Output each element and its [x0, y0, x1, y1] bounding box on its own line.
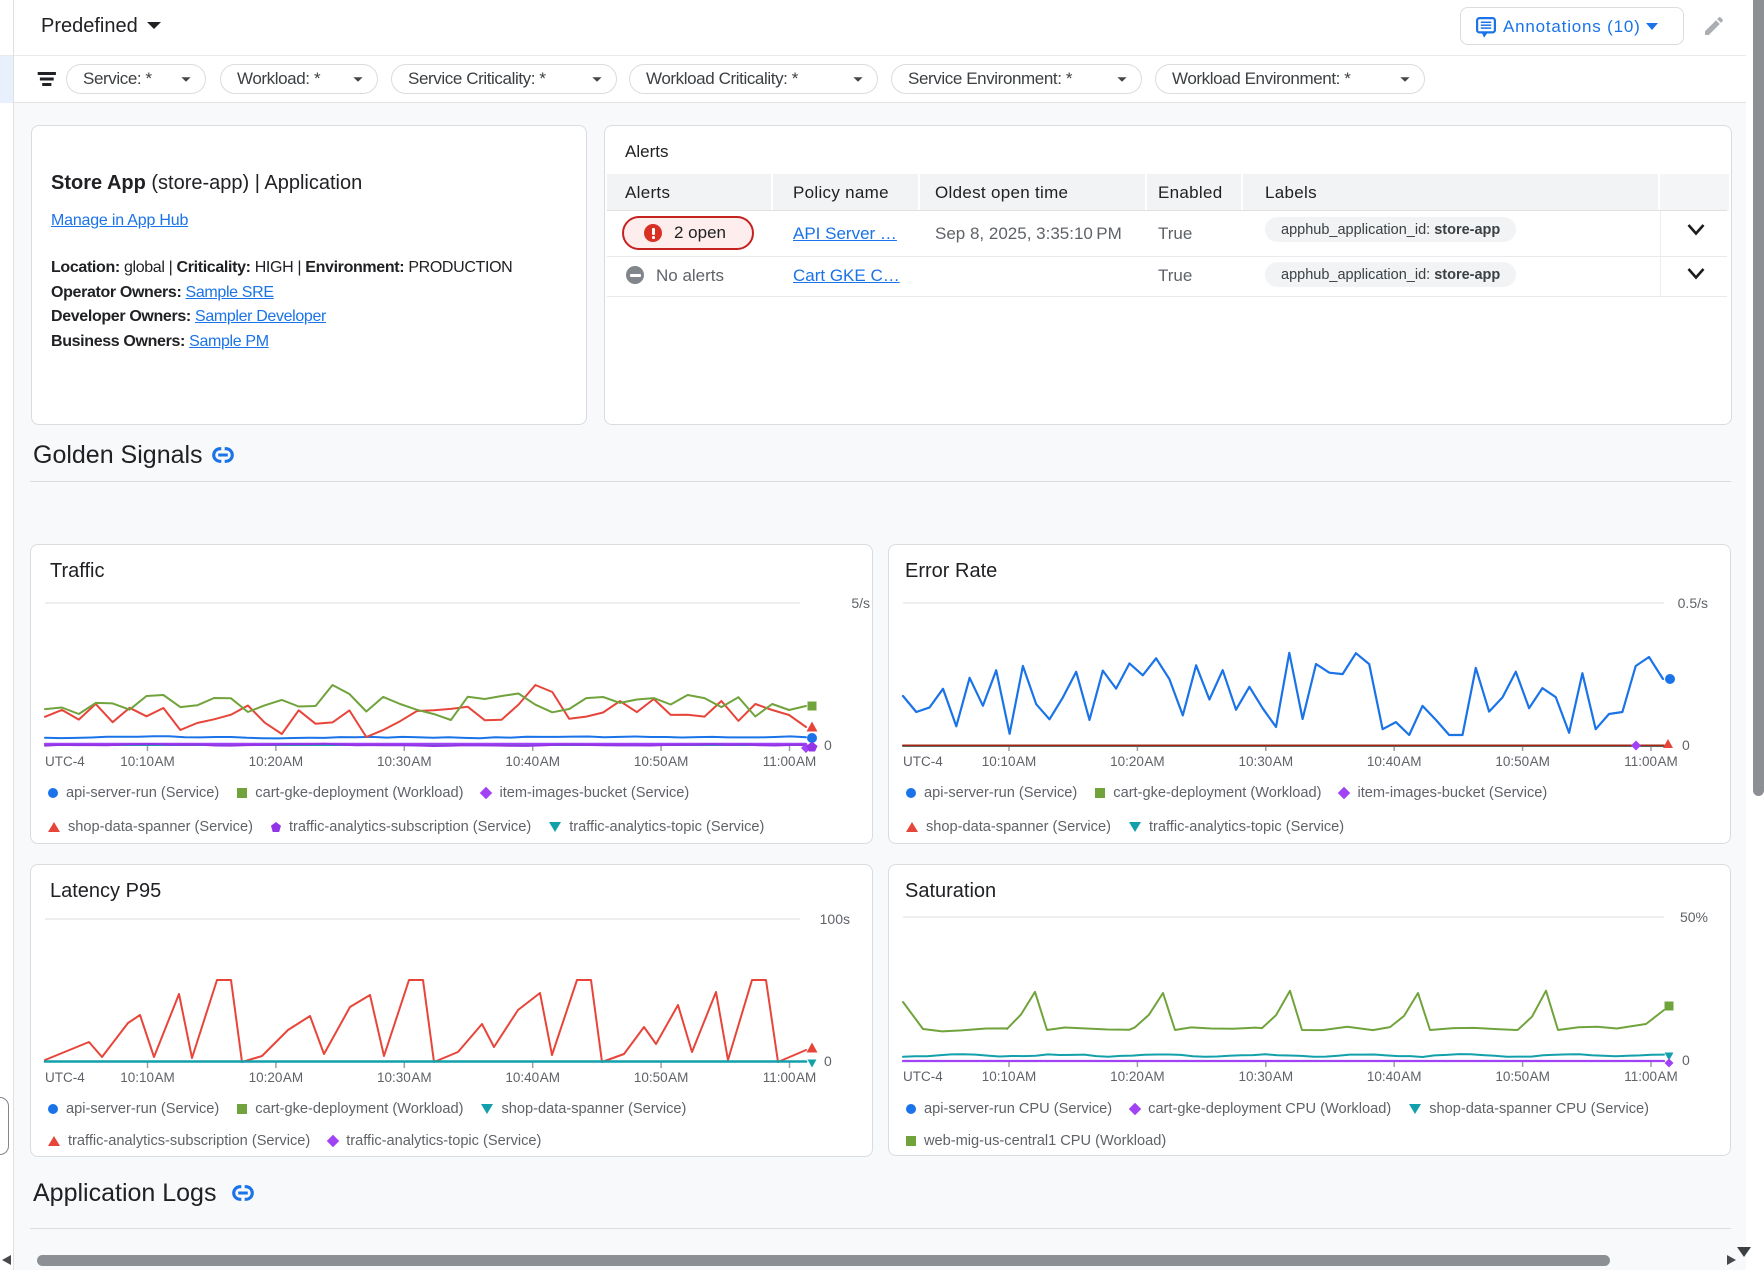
svg-text:10:40 AM: 10:40 AM	[505, 1070, 560, 1085]
svg-text:0: 0	[1682, 1052, 1690, 1068]
svg-text:10:50 AM: 10:50 AM	[1495, 754, 1550, 769]
svg-text:10:10 AM: 10:10 AM	[120, 1070, 175, 1085]
svg-text:UTC-4: UTC-4	[45, 1070, 85, 1085]
svg-text:10:30 AM: 10:30 AM	[377, 1070, 432, 1085]
svg-text:0: 0	[824, 737, 832, 753]
svg-text:0.5/s: 0.5/s	[1678, 595, 1708, 611]
svg-text:10:10 AM: 10:10 AM	[982, 754, 1037, 769]
svg-text:10:30 AM: 10:30 AM	[377, 754, 432, 769]
svg-text:10:40 AM: 10:40 AM	[1367, 1069, 1422, 1084]
svg-text:10:20 AM: 10:20 AM	[249, 754, 304, 769]
svg-text:10:50 AM: 10:50 AM	[634, 754, 689, 769]
svg-text:11:00 AM: 11:00 AM	[1624, 1069, 1678, 1084]
svg-text:UTC-4: UTC-4	[903, 1069, 943, 1084]
svg-text:10:20 AM: 10:20 AM	[1110, 754, 1165, 769]
svg-text:10:50 AM: 10:50 AM	[634, 1070, 689, 1085]
svg-text:10:50 AM: 10:50 AM	[1495, 1069, 1550, 1084]
svg-text:0: 0	[1682, 737, 1690, 753]
svg-text:UTC-4: UTC-4	[903, 754, 943, 769]
svg-text:10:10 AM: 10:10 AM	[982, 1069, 1037, 1084]
svg-text:10:30 AM: 10:30 AM	[1239, 1069, 1294, 1084]
svg-text:100s: 100s	[820, 911, 850, 927]
svg-text:0: 0	[824, 1053, 832, 1069]
svg-text:10:40 AM: 10:40 AM	[505, 754, 560, 769]
svg-text:10:30 AM: 10:30 AM	[1239, 754, 1294, 769]
svg-text:10:10 AM: 10:10 AM	[120, 754, 175, 769]
svg-text:50%: 50%	[1680, 909, 1708, 925]
svg-text:10:40 AM: 10:40 AM	[1367, 754, 1422, 769]
svg-text:11:00 AM: 11:00 AM	[763, 754, 817, 769]
svg-text:11:00 AM: 11:00 AM	[1624, 754, 1678, 769]
svg-text:5/s: 5/s	[851, 595, 870, 611]
svg-text:UTC-4: UTC-4	[45, 754, 85, 769]
svg-text:10:20 AM: 10:20 AM	[249, 1070, 304, 1085]
svg-text:11:00 AM: 11:00 AM	[763, 1070, 817, 1085]
svg-text:10:20 AM: 10:20 AM	[1110, 1069, 1165, 1084]
